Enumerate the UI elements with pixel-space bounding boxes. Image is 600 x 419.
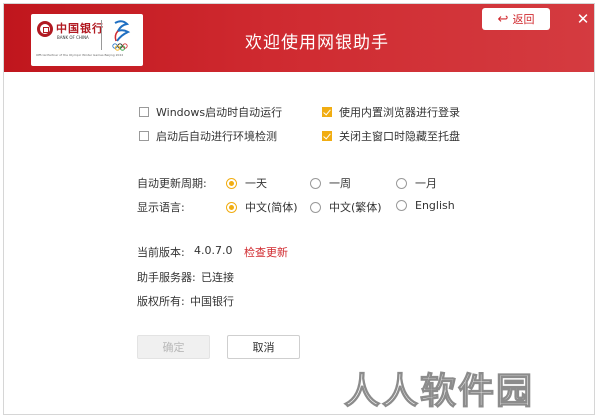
radio-lang-simplified[interactable] — [226, 201, 237, 213]
update-period-label: 自动更新周期: — [137, 177, 207, 190]
radio-update-month[interactable] — [396, 177, 407, 189]
checkbox-env-check[interactable] — [139, 131, 149, 141]
cancel-button-label: 取消 — [252, 341, 275, 354]
radio-label: 一天 — [245, 177, 267, 190]
option-label: 关闭主窗口时隐藏至托盘 — [339, 130, 460, 143]
radio-update-day[interactable] — [226, 177, 237, 189]
option-builtin-browser[interactable]: 使用内置浏览器进行登录 — [322, 104, 460, 120]
ok-button[interactable]: 确定 — [137, 335, 210, 359]
server-status: 已连接 — [201, 271, 234, 284]
language-option-english[interactable]: English — [396, 199, 455, 212]
update-option-day[interactable]: 一天 — [226, 175, 267, 191]
language-label: 显示语言: — [137, 201, 185, 214]
server-label: 助手服务器: — [137, 271, 196, 284]
language-option-simplified[interactable]: 中文(简体) — [226, 199, 298, 215]
close-button[interactable]: ✕ — [574, 10, 592, 28]
cancel-button[interactable]: 取消 — [227, 335, 300, 359]
option-startup-autorun[interactable]: Windows启动时自动运行 — [139, 104, 282, 120]
copyright-label: 版权所有: — [137, 295, 185, 308]
radio-label: 一周 — [329, 177, 351, 190]
back-button-label: 返回 — [512, 13, 535, 26]
radio-label: 中文(繁体) — [329, 201, 382, 214]
update-option-week[interactable]: 一周 — [310, 175, 351, 191]
back-button[interactable]: ↩ 返回 — [482, 8, 550, 30]
settings-window: 中国银行 BANK OF CHINA Official Partner of t… — [3, 3, 595, 415]
option-hide-to-tray[interactable]: 关闭主窗口时隐藏至托盘 — [322, 128, 460, 144]
logo-partner-text: Official Partner of the Olympic Winter G… — [36, 53, 124, 57]
option-env-check[interactable]: 启动后自动进行环境检测 — [139, 128, 277, 144]
language-option-traditional[interactable]: 中文(繁体) — [310, 199, 382, 215]
header-bar: 中国银行 BANK OF CHINA Official Partner of t… — [4, 4, 594, 72]
checkbox-builtin-browser[interactable] — [322, 107, 332, 117]
radio-label: English — [415, 199, 455, 212]
check-update-link[interactable]: 检查更新 — [244, 244, 288, 260]
option-label: 使用内置浏览器进行登录 — [339, 106, 460, 119]
ok-button-label: 确定 — [162, 341, 185, 354]
update-option-month[interactable]: 一月 — [396, 175, 437, 191]
radio-lang-traditional[interactable] — [310, 201, 321, 213]
option-label: 启动后自动进行环境检测 — [156, 130, 277, 143]
close-icon: ✕ — [576, 10, 590, 28]
radio-lang-english[interactable] — [396, 200, 407, 211]
copyright-value: 中国银行 — [190, 295, 234, 308]
radio-label: 一月 — [415, 177, 437, 190]
back-arrow-icon: ↩ — [497, 11, 509, 27]
radio-update-week[interactable] — [310, 177, 321, 189]
version-value: 4.0.7.0 — [194, 244, 233, 257]
radio-label: 中文(简体) — [245, 201, 298, 214]
window-title: 欢迎使用网银助手 — [245, 33, 389, 53]
checkbox-startup-autorun[interactable] — [139, 107, 149, 117]
version-label: 当前版本: — [137, 246, 185, 259]
checkbox-hide-to-tray[interactable] — [322, 131, 332, 141]
option-label: Windows启动时自动运行 — [156, 106, 283, 119]
site-watermark: 人人软件园 — [343, 370, 535, 412]
